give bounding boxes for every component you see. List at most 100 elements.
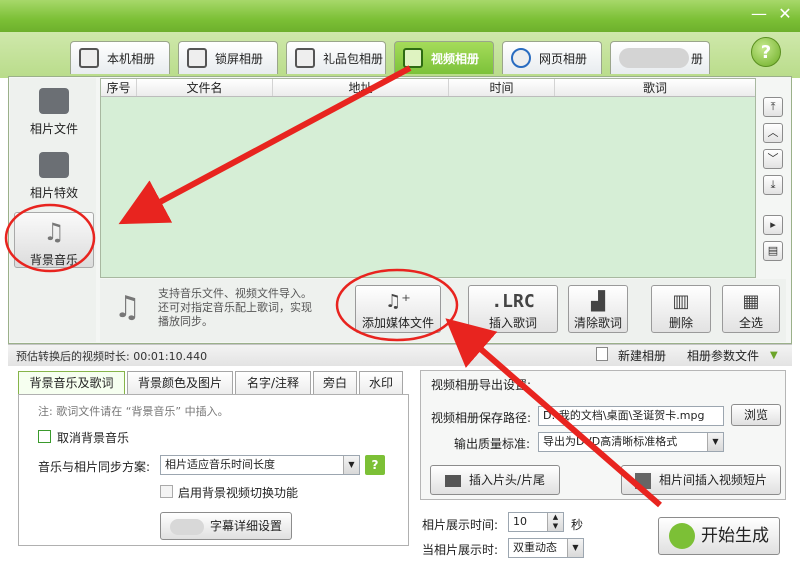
lrc-icon: .LRC xyxy=(491,291,535,312)
camera-icon xyxy=(39,88,69,114)
tab-label: 礼品包相册 xyxy=(323,51,384,66)
tab-label: 网页相册 xyxy=(539,51,588,66)
insert-lyrics-button[interactable]: .LRC 插入歌词 xyxy=(468,285,558,333)
select-value: 导出为DVD高清晰标准格式 xyxy=(543,435,678,448)
tab-bgcolor-image[interactable]: 背景颜色及图片 xyxy=(127,371,233,395)
help-icon[interactable]: ? xyxy=(751,37,781,67)
browse-button[interactable]: 浏览 xyxy=(731,404,781,426)
insert-head-tail-button[interactable]: 插入片头/片尾 xyxy=(430,465,560,495)
export-title: 视频相册导出设置: xyxy=(431,378,532,392)
enable-switch-label: 启用背景视频切换功能 xyxy=(178,486,299,500)
button-label: 清除歌词 xyxy=(573,316,622,330)
quality-select[interactable]: 导出为DVD高清晰标准格式 ▼ xyxy=(538,432,724,452)
button-label: 添加媒体文件 xyxy=(361,316,434,330)
tab-name-caption[interactable]: 名字/注释 xyxy=(235,371,311,395)
table-header: 序号 文件名 地址 时间 歌词 xyxy=(101,79,755,97)
ie-icon xyxy=(511,48,531,68)
select-value: 双重动态 xyxy=(513,541,557,554)
button-label: 全选 xyxy=(738,316,763,330)
document-icon[interactable]: ▤ xyxy=(763,241,783,261)
column-header-lyrics[interactable]: 歌词 xyxy=(555,79,755,96)
gift-icon xyxy=(295,48,315,68)
grid-icon: ▦ xyxy=(742,291,760,312)
delete-button[interactable]: ▥ 删除 xyxy=(651,285,711,333)
tab-video-album[interactable]: 视频相册 xyxy=(394,41,494,74)
display-time-label: 相片展示时间: xyxy=(422,518,499,532)
chevron-down-icon[interactable]: ▼ xyxy=(343,456,359,474)
play-icon[interactable]: ▸ xyxy=(763,215,783,235)
tab-lockscreen-album[interactable]: 锁屏相册 xyxy=(178,41,278,74)
select-all-button[interactable]: ▦ 全选 xyxy=(722,285,780,333)
sidebar-item-photo-effects[interactable]: 相片特效 xyxy=(14,146,94,204)
display-time-spinner[interactable]: 10 ▲ ▼ xyxy=(508,512,564,532)
tab-label: 册 xyxy=(691,51,704,66)
video-camera-icon xyxy=(444,474,461,487)
help-icon[interactable]: ? xyxy=(365,455,385,475)
start-generate-button[interactable]: 开始生成 xyxy=(658,517,780,555)
chevron-down-icon[interactable]: ▼ xyxy=(770,350,778,361)
sidebar-item-background-music[interactable]: ♫ 背景音乐 xyxy=(14,212,94,268)
sidebar-item-label: 背景音乐 xyxy=(29,253,78,267)
blurred-icon xyxy=(169,518,204,535)
estimated-duration: 预估转换后的视频时长: 00:01:10.440 xyxy=(16,350,208,363)
tip-line: 播放同步。 xyxy=(158,315,213,328)
column-header-filename[interactable]: 文件名 xyxy=(137,79,273,96)
tab-other-album[interactable]: 册 xyxy=(610,41,710,74)
sync-scheme-label: 音乐与相片同步方案: xyxy=(38,460,151,474)
column-header-path[interactable]: 地址 xyxy=(273,79,449,96)
seconds-unit: 秒 xyxy=(571,518,584,532)
tab-narration[interactable]: 旁白 xyxy=(313,371,357,395)
tip-line: 还可对指定音乐配上歌词，实现 xyxy=(158,301,312,314)
enable-switch-checkbox[interactable] xyxy=(160,485,173,498)
tab-web-album[interactable]: 网页相册 xyxy=(502,41,602,74)
when-display-select[interactable]: 双重动态 ▼ xyxy=(508,538,584,558)
button-label: 插入片头/片尾 xyxy=(468,473,546,487)
clear-lyrics-button[interactable]: ▟ 清除歌词 xyxy=(568,285,628,333)
lyrics-note: 注: 歌词文件请在 “背景音乐” 中插入。 xyxy=(38,405,229,418)
column-header-index[interactable]: 序号 xyxy=(101,79,137,96)
save-path-input[interactable]: D:\我的文档\桌面\圣诞贺卡.mpg xyxy=(538,406,724,426)
move-top-icon[interactable]: ⤒ xyxy=(763,97,783,117)
tab-bgmusic-lyrics[interactable]: 背景音乐及歌词 xyxy=(18,371,125,395)
insert-clip-button[interactable]: 相片间插入视频短片 xyxy=(621,465,781,495)
column-header-time[interactable]: 时间 xyxy=(449,79,555,96)
add-media-button[interactable]: ♫⁺ 添加媒体文件 xyxy=(355,285,441,333)
cancel-music-label: 取消背景音乐 xyxy=(57,431,130,445)
sidebar-item-photo-files[interactable]: 相片文件 xyxy=(14,82,94,140)
blurred-icon xyxy=(619,48,689,68)
sync-scheme-select[interactable]: 相片适应音乐时间长度 ▼ xyxy=(160,455,360,475)
cancel-music-checkbox[interactable] xyxy=(38,430,51,443)
select-value: 相片适应音乐时间长度 xyxy=(165,458,275,471)
chevron-down-icon[interactable]: ▼ xyxy=(567,539,583,557)
tab-local-album[interactable]: 本机相册 xyxy=(70,41,170,74)
add-music-icon: ♫⁺ xyxy=(385,291,411,312)
tab-gift-album[interactable]: 礼品包相册 xyxy=(286,41,386,74)
monitor-icon xyxy=(187,48,207,68)
button-label: 开始生成 xyxy=(701,526,769,546)
when-display-label: 当相片展示时: xyxy=(422,543,499,557)
button-label: 字幕详细设置 xyxy=(209,519,282,533)
sidebar-item-label: 相片文件 xyxy=(29,122,78,136)
person-photo-icon xyxy=(79,48,99,68)
button-label: 相片间插入视频短片 xyxy=(658,473,767,487)
media-list-table[interactable] xyxy=(100,78,756,278)
tip-line: 支持音乐文件、视频文件导入。 xyxy=(158,287,312,300)
close-button[interactable]: ✕ xyxy=(774,4,796,24)
tab-label: 视频相册 xyxy=(431,51,480,66)
move-up-icon[interactable]: ︿ xyxy=(763,123,783,143)
move-down-icon[interactable]: ﹀ xyxy=(763,149,783,169)
move-bottom-icon[interactable]: ⤓ xyxy=(763,175,783,195)
chevron-down-icon[interactable]: ▼ xyxy=(707,433,723,451)
new-album-button[interactable]: 新建相册 xyxy=(618,347,666,364)
tab-watermark[interactable]: 水印 xyxy=(359,371,403,395)
album-params-button[interactable]: 相册参数文件 xyxy=(687,347,759,364)
quality-label: 输出质量标准: xyxy=(454,437,531,451)
sparkle-icon xyxy=(39,152,69,178)
document-icon xyxy=(596,347,608,361)
sidebar-item-label: 相片特效 xyxy=(29,186,78,200)
spinner-arrows-icon[interactable]: ▲ ▼ xyxy=(547,513,563,531)
minimize-button[interactable]: — xyxy=(748,4,770,24)
subtitle-settings-button[interactable]: 字幕详细设置 xyxy=(160,512,292,540)
play-circle-icon xyxy=(669,523,695,549)
music-note-icon: ♫ xyxy=(43,218,65,246)
